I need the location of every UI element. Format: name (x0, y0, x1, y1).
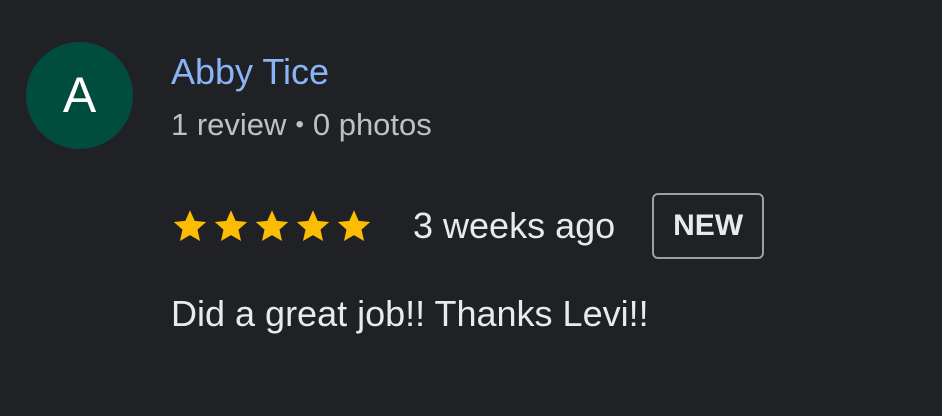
star-icon (337, 210, 371, 241)
reviewer-name-link[interactable]: Abby Tice (171, 50, 329, 94)
avatar[interactable]: A (26, 42, 133, 149)
review-time: 3 weeks ago (413, 205, 616, 246)
star-icon (296, 210, 330, 241)
meta-separator: • (295, 111, 304, 138)
reviewer-meta: 1 review • 0 photos (171, 106, 432, 147)
star-icon (173, 210, 207, 241)
review-count: 1 review (171, 107, 287, 142)
photo-count: 0 photos (312, 107, 432, 142)
review-text: Did a great job!! Thanks Levi!! (171, 293, 649, 334)
star-icon (255, 210, 289, 241)
rating-row: 3 weeks ago NEW (171, 190, 765, 262)
star-rating (171, 208, 373, 244)
new-badge: NEW (652, 193, 765, 259)
star-icon (214, 210, 248, 241)
